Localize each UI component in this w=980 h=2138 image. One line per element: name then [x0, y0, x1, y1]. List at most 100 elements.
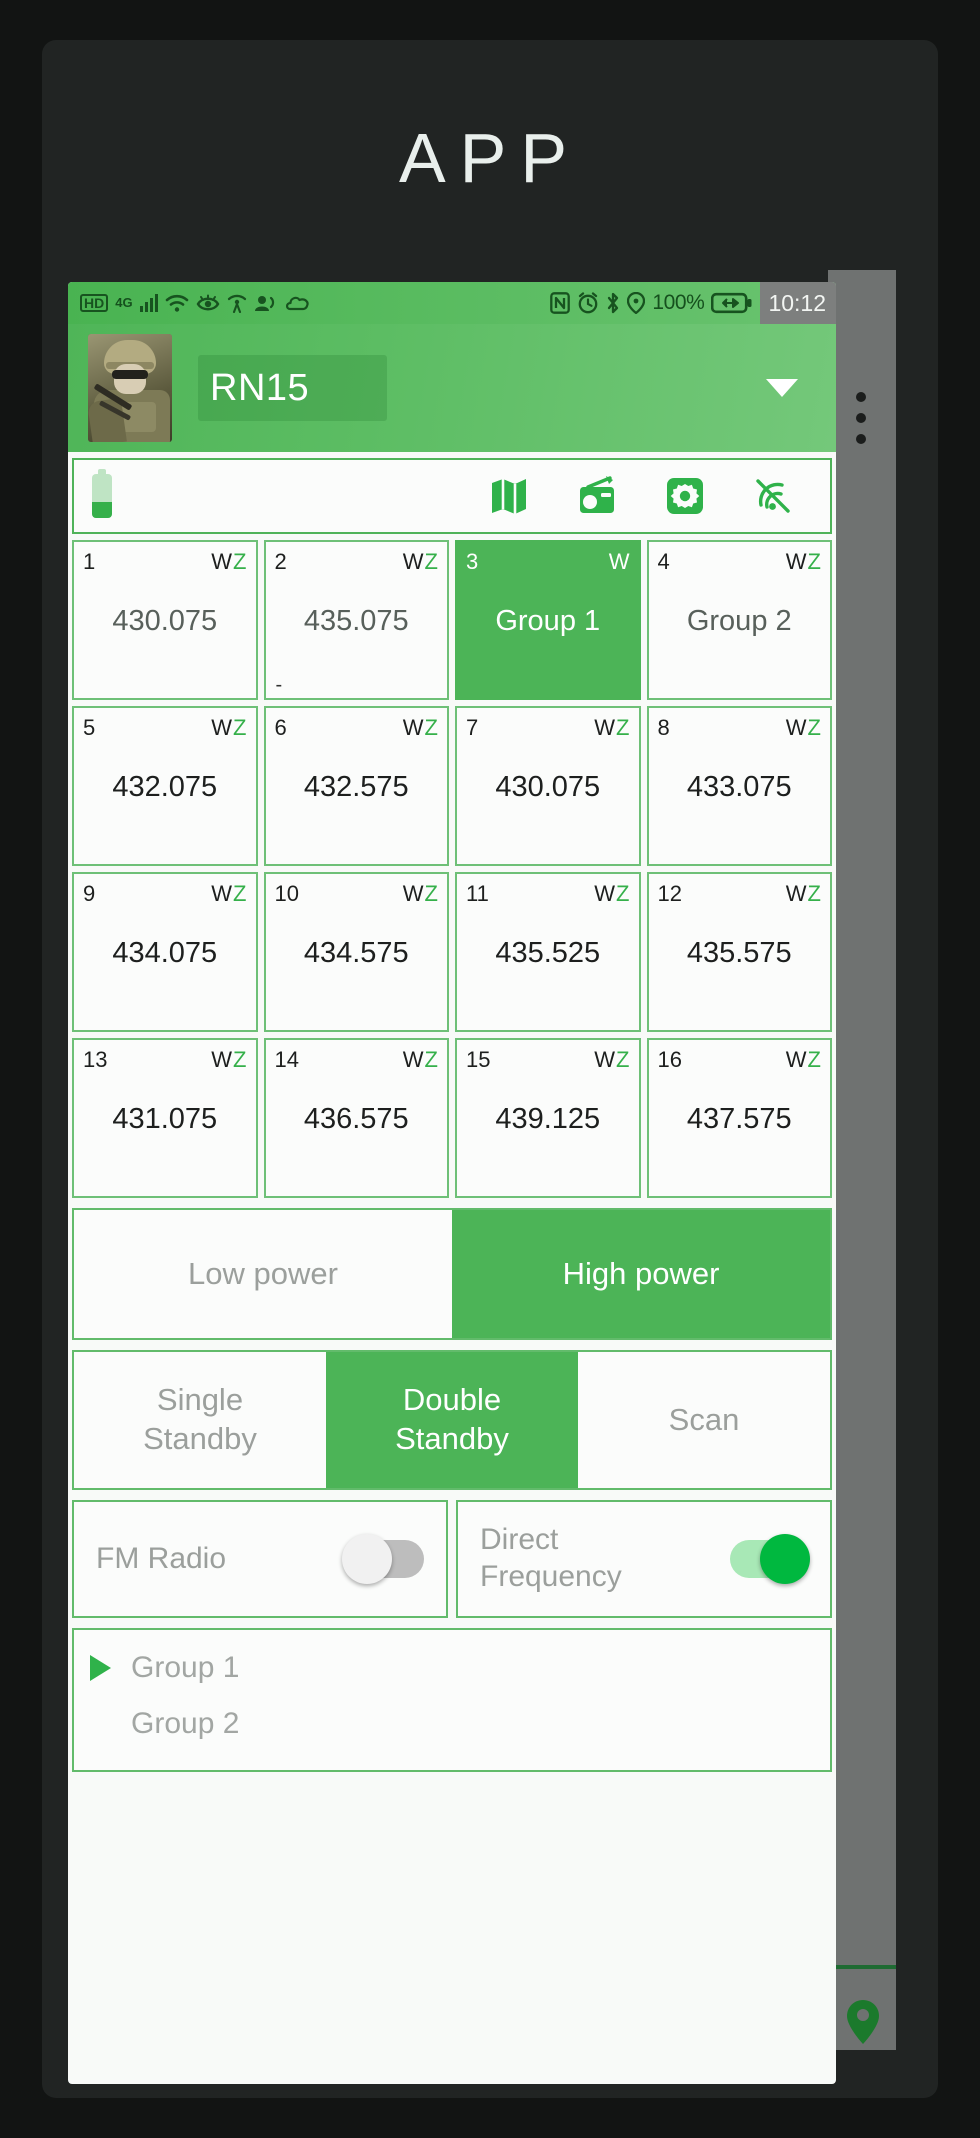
channel-cell[interactable]: 6 WZ 432.575	[263, 706, 449, 866]
location-pin-icon[interactable]	[845, 1998, 881, 2046]
channel-tags: WZ	[211, 715, 247, 741]
tag-w: W	[608, 549, 631, 574]
tag-z: Z	[616, 1047, 631, 1072]
contacts-sync-icon	[254, 296, 274, 311]
channel-cell[interactable]: 10 WZ 434.575	[263, 872, 449, 1032]
channel-cell[interactable]: 3 W Group 1	[455, 540, 641, 700]
channel-tags: WZ	[403, 715, 439, 741]
channel-cell[interactable]: 2 WZ 435.075-	[263, 540, 449, 700]
channel-tags: WZ	[211, 881, 247, 907]
direct-frequency-label: Direct Frequency	[480, 1522, 622, 1595]
channel-value: 433.075	[686, 771, 792, 803]
tag-z: Z	[424, 549, 439, 574]
channel-value: 435.525	[495, 937, 601, 969]
channel-tags: WZ	[786, 549, 822, 575]
channel-tags: WZ	[786, 715, 822, 741]
toolbar	[72, 458, 832, 534]
signal-bars-icon	[139, 294, 158, 312]
hotspot-icon	[227, 294, 246, 313]
scan-option[interactable]: Scan	[578, 1352, 830, 1488]
channel-cell[interactable]: 9 WZ 434.075	[72, 872, 258, 1032]
tag-w: W	[211, 1047, 234, 1072]
channel-cell[interactable]: 14 WZ 436.575	[263, 1038, 449, 1198]
channel-value: 436.575	[303, 1103, 409, 1135]
mute-signal-button[interactable]	[752, 475, 794, 517]
tag-w: W	[211, 881, 234, 906]
single-standby-line2: Standby	[143, 1421, 257, 1456]
channel-cell[interactable]: 5 WZ 432.075	[72, 706, 258, 866]
standby-selector: Single Standby Double Standby Scan	[72, 1350, 832, 1490]
channel-cell[interactable]: 11 WZ 435.525	[455, 872, 641, 1032]
low-power-option[interactable]: Low power	[74, 1210, 452, 1338]
list-item[interactable]: Group 1	[74, 1640, 830, 1696]
channel-cell[interactable]: 12 WZ 435.575	[646, 872, 832, 1032]
cloud-icon	[285, 296, 309, 311]
settings-button[interactable]	[664, 475, 706, 517]
host-right-panel	[828, 270, 896, 2050]
nfc-icon	[550, 292, 571, 314]
channel-cell[interactable]: 16 WZ 437.575	[646, 1038, 832, 1198]
single-standby-line1: Single	[156, 1382, 244, 1418]
channel-tags: WZ	[594, 881, 630, 907]
device-header: RN15	[68, 324, 836, 452]
list-item[interactable]: Group 2	[74, 1696, 830, 1752]
channel-tags: WZ	[403, 881, 439, 907]
4g-label-icon: 4G	[115, 295, 133, 310]
tag-w: W	[402, 549, 425, 574]
channel-value: 431.075	[112, 1103, 218, 1135]
bluetooth-icon	[608, 292, 619, 314]
battery-vertical-icon	[92, 469, 112, 518]
direct-frequency-card[interactable]: Direct Frequency	[456, 1500, 832, 1618]
channel-tags: WZ	[786, 1047, 822, 1073]
avatar	[88, 334, 172, 442]
fm-radio-switch[interactable]	[342, 1534, 424, 1584]
wifi-icon	[165, 294, 188, 312]
tag-w: W	[785, 549, 808, 574]
power-selector: Low power High power	[72, 1208, 832, 1340]
tag-w: W	[594, 715, 617, 740]
direct-frequency-switch[interactable]	[730, 1534, 810, 1584]
group-name: Group 1	[131, 1651, 240, 1684]
tag-z: Z	[424, 715, 439, 740]
clock-label: 10:12	[760, 282, 836, 324]
channel-cell[interactable]: 8 WZ 433.075	[646, 706, 832, 866]
single-standby-option[interactable]: Single Standby	[74, 1352, 326, 1488]
location-icon	[627, 292, 646, 314]
device-name-field[interactable]: RN15	[198, 355, 388, 421]
chevron-down-icon[interactable]	[766, 379, 798, 397]
fm-radio-card[interactable]: FM Radio	[72, 1500, 448, 1618]
channel-value: 437.575	[686, 1103, 792, 1135]
channel-cell[interactable]: 4 WZ Group 2	[646, 540, 832, 700]
screen-root: APP HD 4G 100% 10:12 RN15 1 WZ 430.075 2…	[0, 0, 980, 2138]
channel-cell[interactable]: 15 WZ 439.125	[455, 1038, 641, 1198]
battery-percent-label: 100%	[652, 291, 705, 314]
channel-value: 430.075	[112, 605, 218, 637]
group-name: Group 2	[131, 1707, 240, 1740]
channel-value: 439.125	[495, 1103, 601, 1135]
channel-tags: WZ	[211, 1047, 247, 1073]
channel-value: Group 1	[495, 605, 601, 637]
channel-number: 3	[466, 549, 479, 574]
tag-z: Z	[233, 549, 248, 574]
channel-cell[interactable]: 1 WZ 430.075	[72, 540, 258, 700]
toolbar-actions	[488, 475, 812, 517]
channel-value: Group 2	[686, 605, 792, 637]
channel-value: 435.075	[303, 605, 409, 637]
fm-radio-label: FM Radio	[96, 1541, 227, 1575]
tag-z: Z	[807, 549, 822, 574]
double-standby-option[interactable]: Double Standby	[326, 1352, 578, 1488]
status-right-icons: 100% 10:12	[550, 282, 836, 324]
tag-z: Z	[233, 881, 248, 906]
radio-button[interactable]	[576, 475, 618, 517]
tag-z: Z	[807, 1047, 822, 1072]
tag-z: Z	[616, 881, 631, 906]
channel-tags: WZ	[211, 549, 247, 575]
tag-w: W	[211, 549, 234, 574]
kebab-menu-icon[interactable]	[856, 392, 866, 444]
kebab-dot	[856, 413, 866, 423]
high-power-option[interactable]: High power	[452, 1210, 830, 1338]
channel-cell[interactable]: 13 WZ 431.075	[72, 1038, 258, 1198]
tag-w: W	[785, 715, 808, 740]
map-button[interactable]	[488, 475, 530, 517]
channel-cell[interactable]: 7 WZ 430.075	[455, 706, 641, 866]
